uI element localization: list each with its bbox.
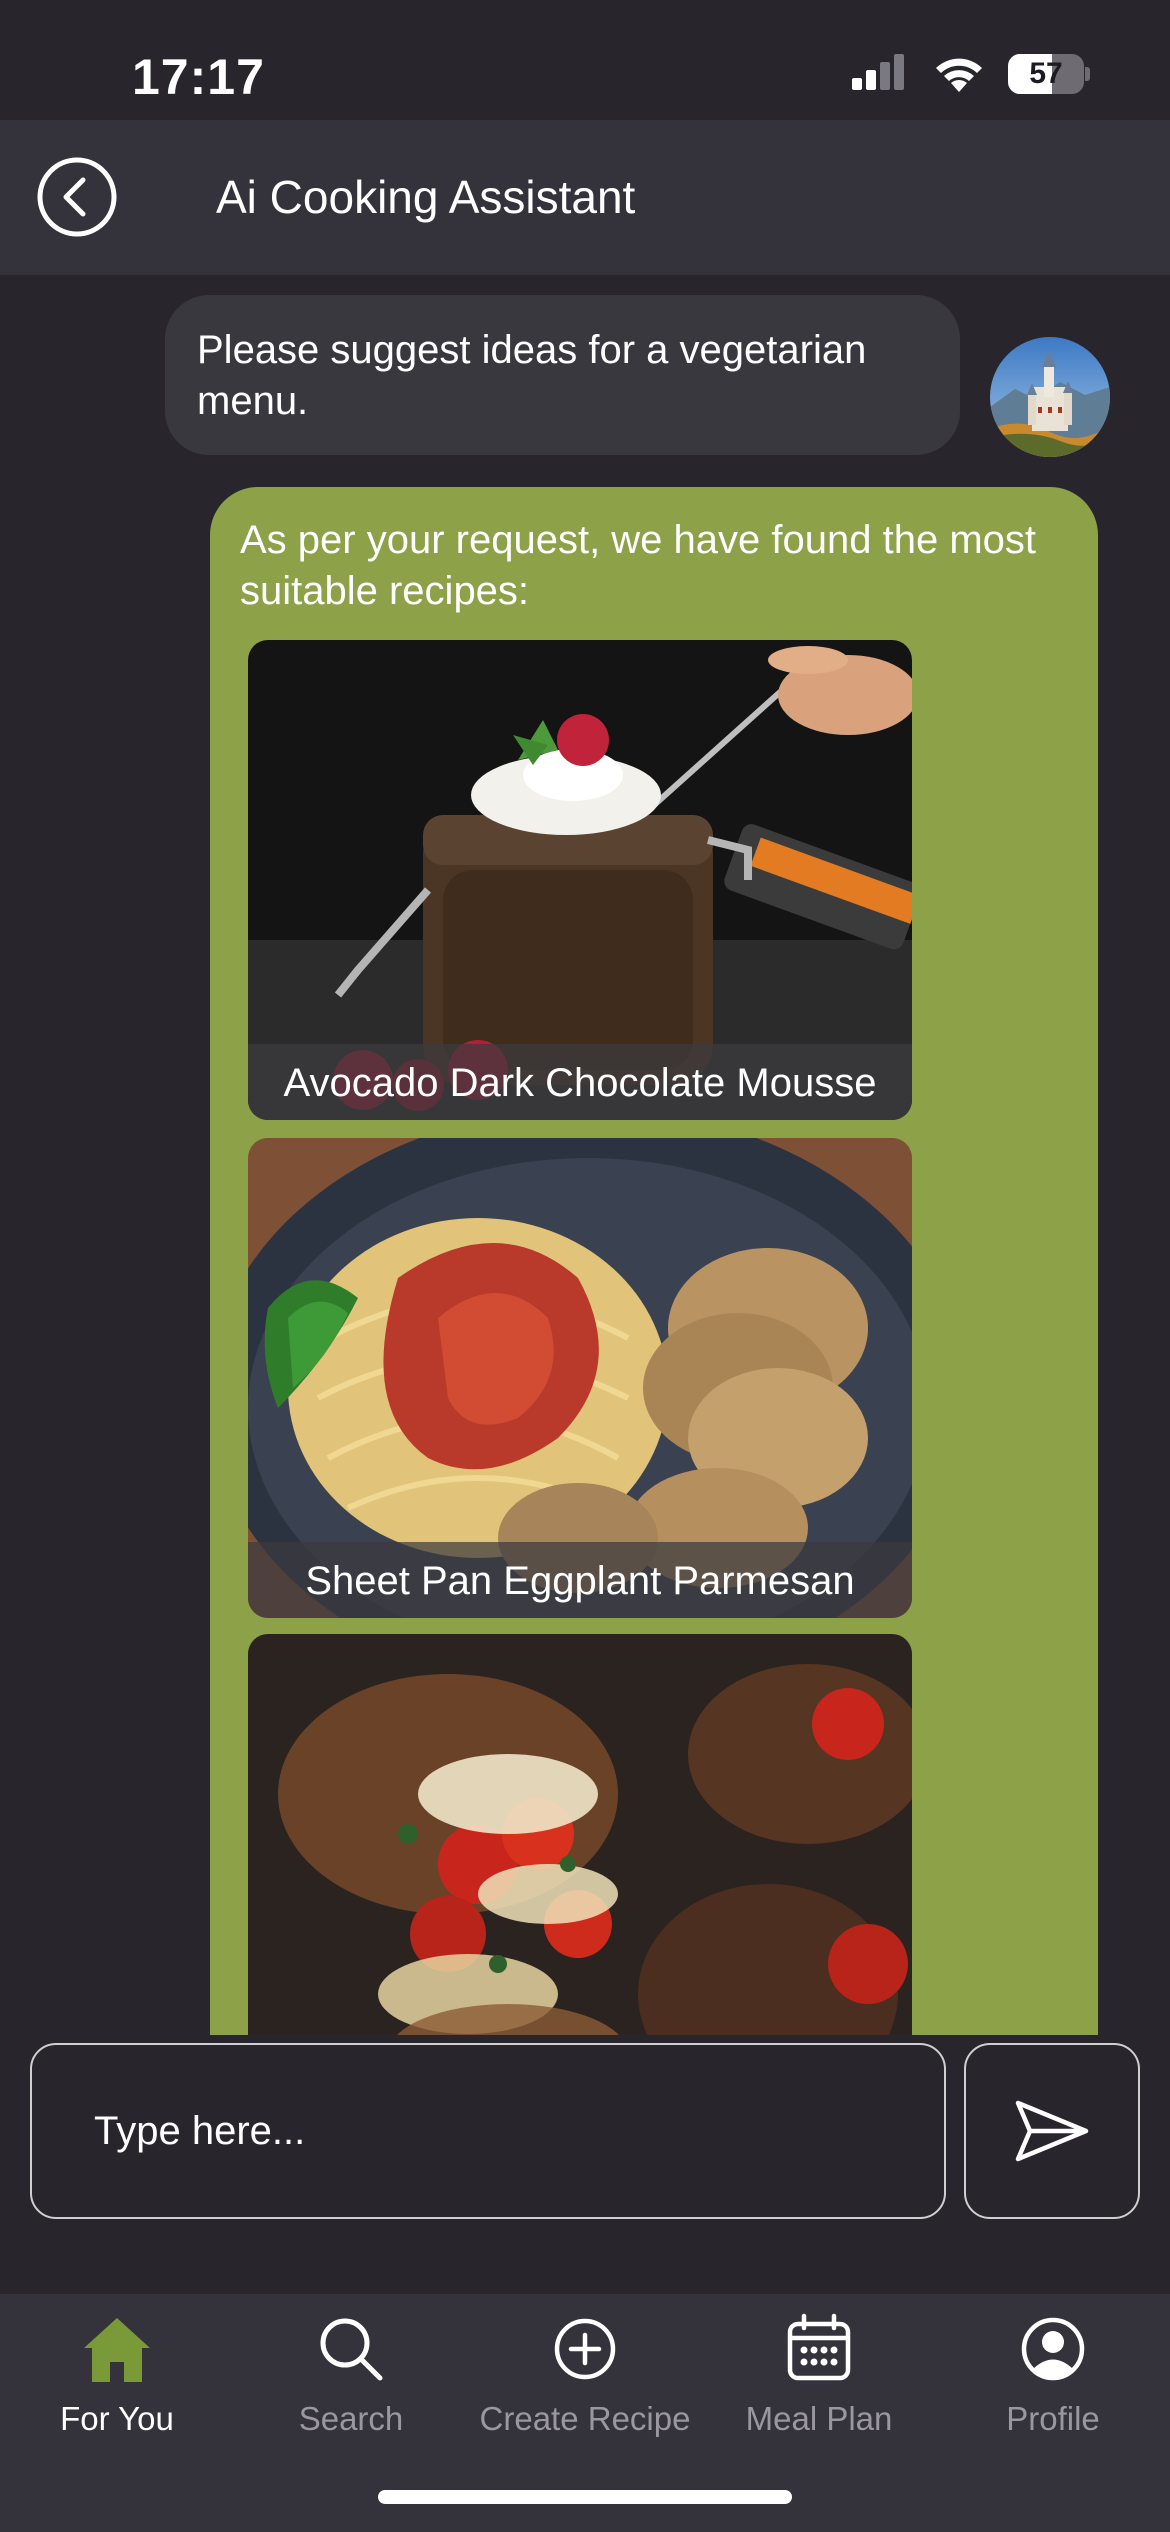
status-icons: 57 (850, 54, 1090, 94)
recipe-card-mousse[interactable]: Avocado Dark Chocolate Mousse (248, 640, 912, 1120)
tab-profile[interactable]: Profile (936, 2312, 1170, 2462)
send-icon (1015, 2100, 1089, 2162)
recipe-card-eggplant[interactable]: Sheet Pan Eggplant Parmesan (248, 1138, 912, 1618)
status-time: 17:17 (132, 49, 265, 105)
tab-create-recipe[interactable]: Create Recipe (468, 2312, 702, 2462)
tab-label: Create Recipe (479, 2400, 691, 2437)
battery-icon: 57 (1008, 54, 1090, 94)
home-indicator[interactable] (378, 2490, 792, 2504)
back-chevron-icon[interactable] (36, 156, 118, 238)
avatar[interactable] (990, 337, 1110, 457)
tab-search[interactable]: Search (234, 2312, 468, 2462)
tab-label: Profile (1006, 2400, 1100, 2437)
castle-avatar-image (990, 337, 1110, 457)
tab-label: For You (60, 2400, 174, 2437)
plus-circle-icon (554, 2318, 616, 2380)
page-title: Ai Cooking Assistant (216, 171, 636, 223)
tab-label: Search (298, 2400, 404, 2437)
wifi-icon (936, 58, 982, 92)
composer (0, 2035, 1170, 2235)
tab-meal-plan[interactable]: Meal Plan (702, 2312, 936, 2462)
battery-level: 57 (1029, 57, 1063, 90)
recipe-title: Sheet Pan Eggplant Parmesan (248, 1542, 912, 1618)
screen: 17:17 57 Ai Cooking Assistant Please sug… (0, 0, 1170, 2532)
tab-label: Meal Plan (745, 2400, 893, 2437)
user-message-text: Please suggest ideas for a vegetarian me… (197, 328, 867, 423)
calendar-icon (787, 2313, 851, 2381)
tab-for-you[interactable]: For You (0, 2312, 234, 2462)
profile-icon (1021, 2317, 1085, 2381)
cellular-signal-icon (852, 54, 904, 90)
recipe-card-stuffed[interactable] (248, 1634, 912, 2045)
send-button[interactable] (964, 2043, 1140, 2219)
assistant-message-bubble: As per your request, we have found the m… (210, 487, 1098, 2045)
recipe-title: Avocado Dark Chocolate Mousse (248, 1044, 912, 1120)
assistant-message-text: As per your request, we have found the m… (240, 518, 1036, 613)
stuffed-vegetables-photo (248, 1634, 912, 2045)
chat-area[interactable]: Please suggest ideas for a vegetarian me… (0, 275, 1170, 2045)
user-message-bubble: Please suggest ideas for a vegetarian me… (165, 295, 960, 455)
message-input[interactable] (30, 2043, 946, 2219)
header: Ai Cooking Assistant (0, 120, 1170, 275)
status-bar: 17:17 57 (0, 0, 1170, 120)
search-icon (320, 2318, 383, 2381)
home-icon (84, 2318, 150, 2382)
